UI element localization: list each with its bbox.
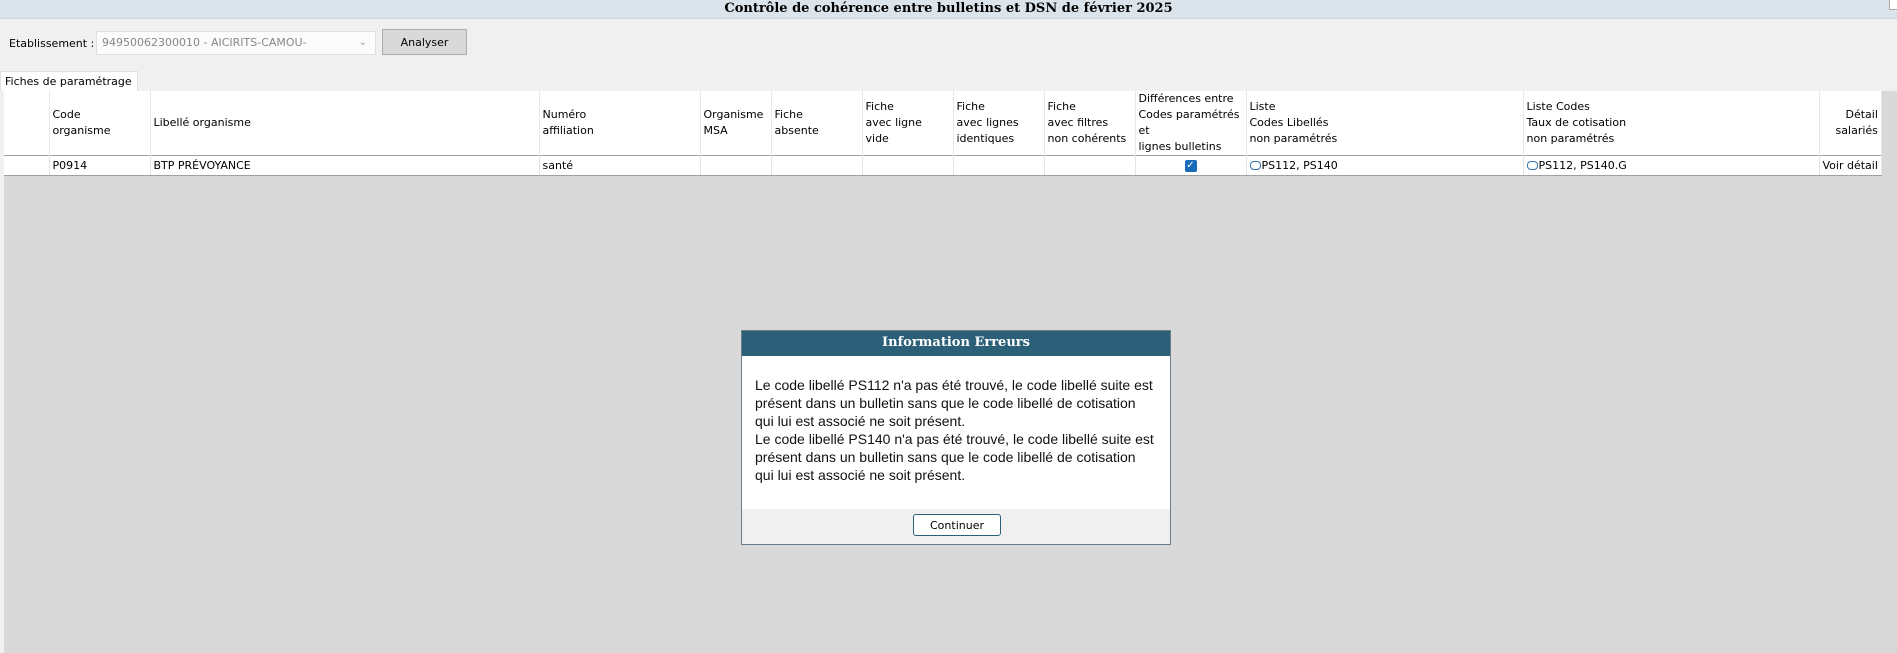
comment-icon[interactable] <box>1249 160 1261 170</box>
etablissement-label: Etablissement : <box>9 37 95 50</box>
cell-libelle: BTP PRÉVOYANCE <box>150 155 540 176</box>
column-header-identiques[interactable]: Fiche avec lignes identiques <box>953 91 1045 156</box>
tab-fiches-parametrage[interactable]: Fiches de paramétrage <box>0 71 138 91</box>
column-header-absente[interactable]: Fiche absente <box>771 91 863 156</box>
cell-msa <box>700 155 772 176</box>
chevron-down-icon: ⌄ <box>358 37 367 48</box>
tab-bar: Fiches de paramétrage <box>0 71 1897 91</box>
cell-codes-libelles[interactable]: PS112, PS140 <box>1246 155 1524 176</box>
cell-numero: santé <box>539 155 701 176</box>
cell-absente <box>771 155 863 176</box>
toolbar: Etablissement : 94950062300010 - AICIRIT… <box>0 28 1897 58</box>
etablissement-value: 94950062300010 - AICIRITS-CAMOU- <box>102 36 307 49</box>
column-header-ligne-vide[interactable]: Fiche avec ligne vide <box>862 91 954 156</box>
analyser-button[interactable]: Analyser <box>382 29 467 55</box>
parametrage-grid: Code organisme Libellé organisme Numéro … <box>4 91 1882 176</box>
cell-code: P0914 <box>49 155 151 176</box>
cell-codes-taux[interactable]: PS112, PS140.G <box>1523 155 1820 176</box>
column-header-codes-taux[interactable]: Liste Codes Taux de cotisation non param… <box>1523 91 1820 156</box>
checkbox-checked-icon[interactable]: ✓ <box>1184 160 1197 172</box>
column-header-numero[interactable]: Numéro affiliation <box>539 91 701 156</box>
column-header-libelle[interactable]: Libellé organisme <box>150 91 540 156</box>
dialog-message-line: Le code libellé PS112 n'a pas été trouvé… <box>755 377 1153 429</box>
table-row[interactable]: P0914 BTP PRÉVOYANCE santé ✓ PS112, PS14… <box>4 155 1882 176</box>
window-titlebar: Contrôle de cohérence entre bulletins et… <box>0 0 1897 19</box>
cell-ligne-vide <box>862 155 954 176</box>
dialog-footer: Continuer <box>742 509 1170 544</box>
dialog-message: Le code libellé PS112 n'a pas été trouvé… <box>742 356 1170 511</box>
cell-identiques <box>953 155 1045 176</box>
grid-header-row: Code organisme Libellé organisme Numéro … <box>4 91 1882 156</box>
comment-icon[interactable] <box>1526 160 1538 170</box>
column-header-msa[interactable]: Organisme MSA <box>700 91 772 156</box>
row-selector[interactable] <box>4 155 50 176</box>
dialog-title: Information Erreurs <box>742 331 1170 356</box>
dialog-message-line: Le code libellé PS140 n'a pas été trouvé… <box>755 431 1154 483</box>
column-header-filtres[interactable]: Fiche avec filtres non cohérents <box>1044 91 1136 156</box>
cell-detail-link[interactable]: Voir détail <box>1819 155 1882 176</box>
column-header-differences[interactable]: Différences entre Codes paramétrés et li… <box>1135 91 1247 156</box>
column-header-codes-libelles[interactable]: Liste Codes Libellés non paramétrés <box>1246 91 1524 156</box>
continue-button[interactable]: Continuer <box>913 514 1001 536</box>
cell-filtres <box>1044 155 1136 176</box>
column-header-code[interactable]: Code organisme <box>49 91 151 156</box>
column-header-selector <box>4 91 50 156</box>
codes-taux-text: PS112, PS140.G <box>1538 159 1627 172</box>
window-corner-button[interactable] <box>1889 0 1897 10</box>
column-header-detail[interactable]: Détail salariés <box>1819 91 1882 156</box>
window-title: Contrôle de cohérence entre bulletins et… <box>724 1 1173 16</box>
codes-libelles-text: PS112, PS140 <box>1261 159 1338 172</box>
etablissement-select[interactable]: 94950062300010 - AICIRITS-CAMOU- ⌄ <box>96 31 376 55</box>
error-info-dialog: Information Erreurs Le code libellé PS11… <box>741 330 1171 545</box>
cell-differences: ✓ <box>1135 155 1247 176</box>
